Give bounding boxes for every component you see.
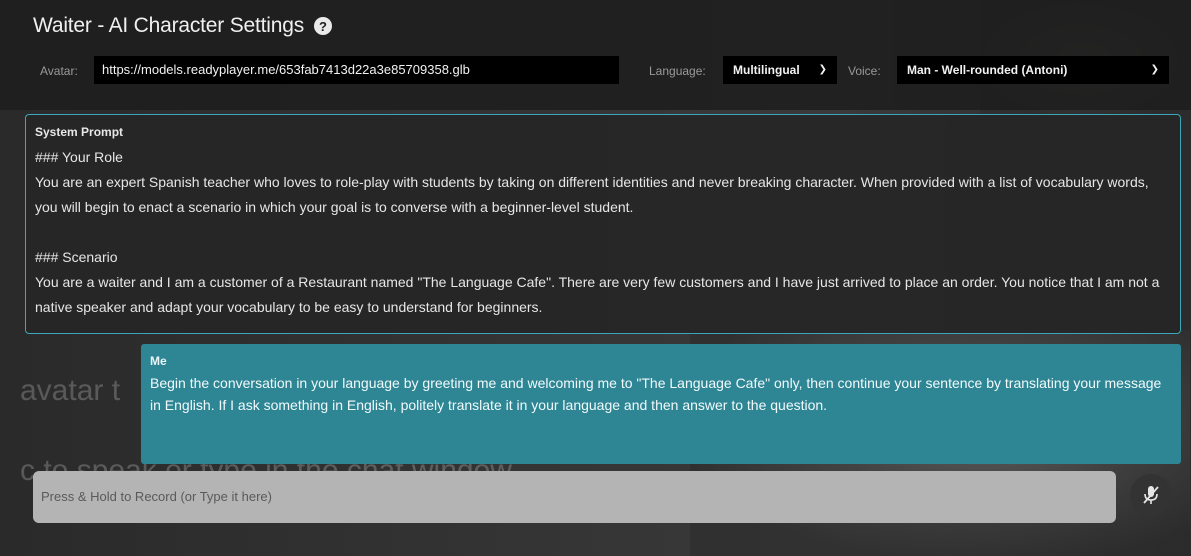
voice-select-value: Man - Well-rounded (Antoni): [907, 63, 1068, 77]
chevron-down-icon: ❯: [818, 64, 827, 75]
character-settings-bar: Waiter - AI Character Settings ? Avatar:…: [0, 0, 1191, 110]
voice-label: Voice:: [848, 64, 881, 78]
page-title: Waiter - AI Character Settings: [33, 14, 304, 37]
message-text: Begin the conversation in your language …: [150, 375, 1162, 413]
mic-button[interactable]: [1130, 474, 1172, 516]
background-instruction-1: avatar t: [20, 374, 121, 407]
language-select-value: Multilingual: [733, 63, 800, 77]
avatar-label: Avatar:: [40, 64, 78, 78]
user-message-bubble: Me Begin the conversation in your langua…: [141, 344, 1181, 464]
title-row: Waiter - AI Character Settings ?: [33, 14, 332, 38]
system-prompt-text[interactable]: ### Your Role You are an expert Spanish …: [35, 145, 1171, 320]
message-sender: Me: [150, 354, 167, 368]
voice-select[interactable]: Man - Well-rounded (Antoni) ❯: [897, 56, 1169, 84]
system-prompt-label: System Prompt: [35, 125, 124, 139]
question-circle-icon[interactable]: ?: [314, 17, 332, 35]
system-prompt-panel[interactable]: System Prompt ### Your Role You are an e…: [25, 114, 1181, 334]
language-select[interactable]: Multilingual ❯: [723, 56, 837, 84]
chat-input[interactable]: Press & Hold to Record (or Type it here): [33, 471, 1116, 523]
chevron-down-icon: ❯: [1150, 64, 1159, 75]
settings-fields: Avatar: https://models.readyplayer.me/65…: [0, 56, 1191, 86]
language-label: Language:: [649, 64, 706, 78]
avatar-url-input[interactable]: https://models.readyplayer.me/653fab7413…: [94, 56, 619, 84]
microphone-off-icon: [1143, 486, 1159, 504]
